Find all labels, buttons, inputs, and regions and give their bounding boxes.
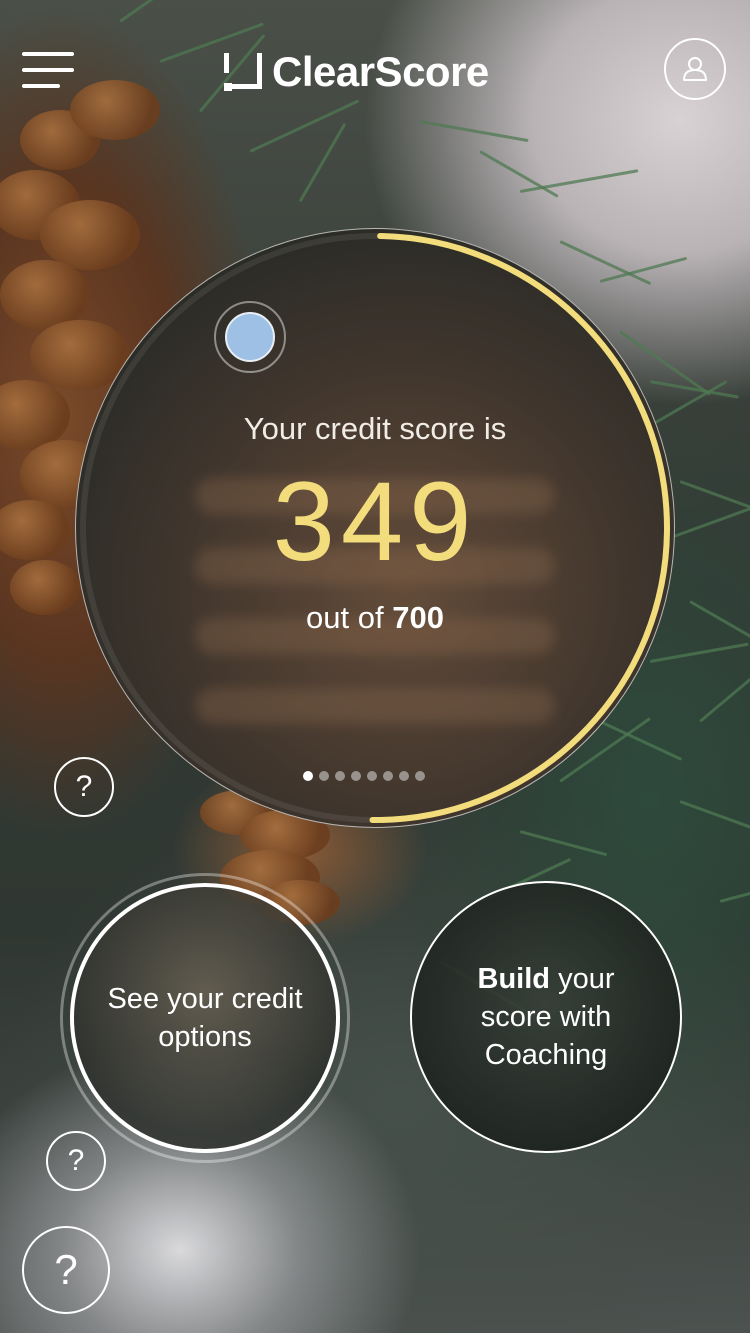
build-score-coaching-button[interactable]: Build your score with Coaching <box>410 881 682 1153</box>
see-credit-options-button[interactable]: See your credit options <box>70 883 340 1153</box>
pager-dot[interactable] <box>351 771 361 781</box>
pager-dot[interactable] <box>399 771 409 781</box>
pager-dot[interactable] <box>367 771 377 781</box>
credit-score-dial[interactable]: Your credit score is 349 out of 700 <box>75 228 675 828</box>
clearscore-logo: ClearScore <box>224 48 489 95</box>
score-slider-handle[interactable] <box>214 301 286 373</box>
help-button-score[interactable]: ? <box>54 757 114 817</box>
brand-name: ClearScore <box>272 48 489 95</box>
pager-dot[interactable] <box>415 771 425 781</box>
help-button-main[interactable]: ? <box>22 1226 110 1314</box>
question-icon: ? <box>67 1144 85 1177</box>
clearscore-logo-mark <box>224 53 262 91</box>
help-button-credit-options[interactable]: ? <box>46 1131 106 1191</box>
user-profile-icon <box>683 57 707 81</box>
score-max: out of 700 <box>75 600 675 636</box>
score-max-value: 700 <box>392 600 444 635</box>
dial-pager[interactable] <box>303 771 425 781</box>
pager-dot[interactable] <box>383 771 393 781</box>
coaching-label-bold: Build <box>477 963 551 995</box>
see-credit-options-label: See your credit options <box>107 983 303 1053</box>
question-icon: ? <box>54 1246 78 1293</box>
pager-dot[interactable] <box>303 771 313 781</box>
score-max-prefix: out of <box>306 600 384 635</box>
menu-icon[interactable] <box>22 52 74 90</box>
profile-button[interactable] <box>664 38 726 100</box>
score-label: Your credit score is <box>243 411 507 446</box>
question-icon: ? <box>75 770 93 803</box>
pager-dot[interactable] <box>335 771 345 781</box>
score-value: 349 <box>272 459 478 584</box>
pager-dot[interactable] <box>319 771 329 781</box>
